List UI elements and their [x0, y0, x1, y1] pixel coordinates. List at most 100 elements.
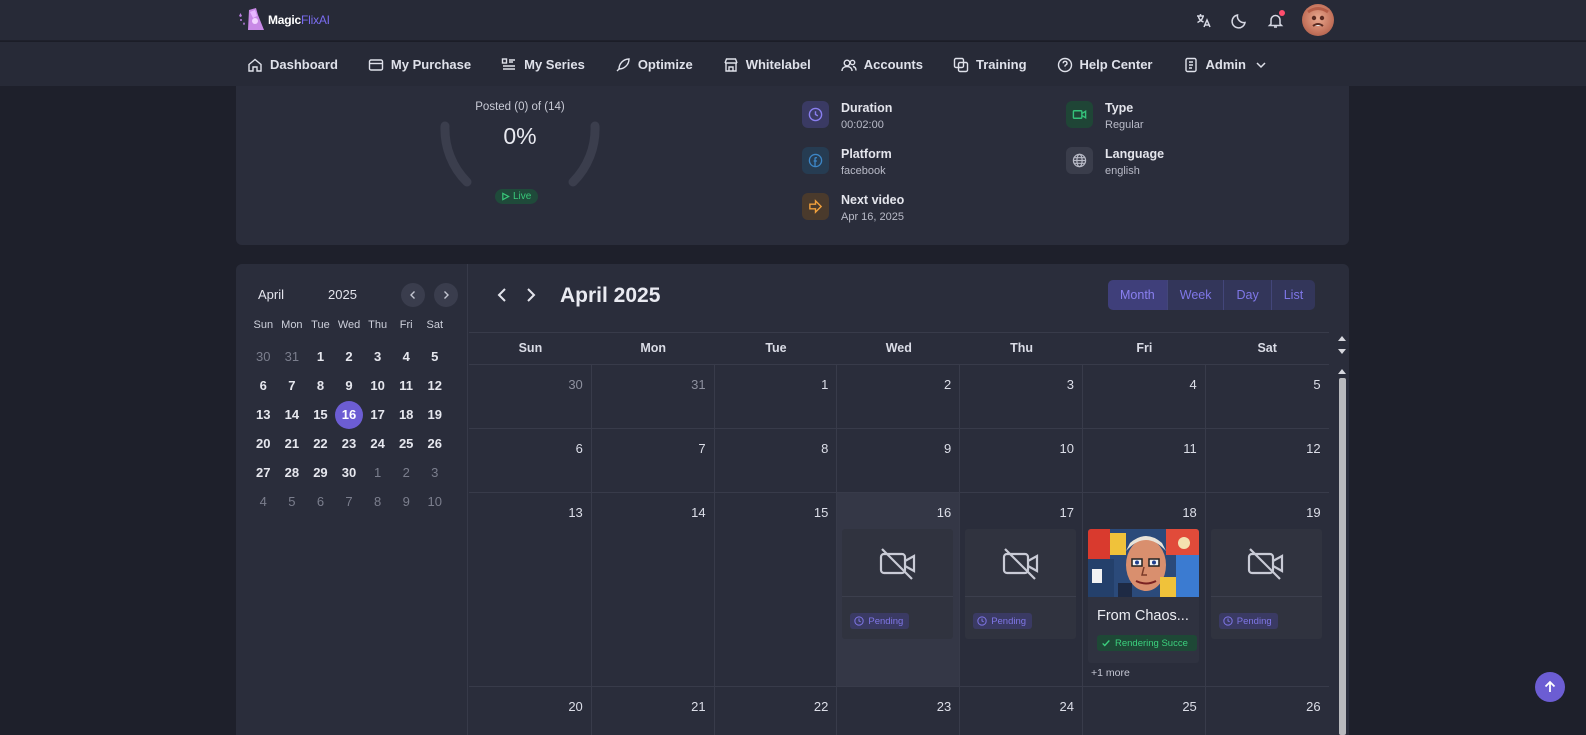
mini-day[interactable]: 5: [278, 487, 307, 516]
mini-day[interactable]: 4: [392, 342, 421, 371]
calendar-day[interactable]: 25: [1083, 687, 1206, 735]
view-week-button[interactable]: Week: [1167, 280, 1225, 310]
nav-whitelabel[interactable]: Whitelabel: [723, 57, 811, 73]
mini-day[interactable]: 11: [392, 371, 421, 400]
calendar-scrollbar[interactable]: [1336, 334, 1348, 735]
mini-day[interactable]: 6: [306, 487, 335, 516]
mini-day[interactable]: 10: [363, 371, 392, 400]
calendar-prev-button[interactable]: [495, 286, 509, 310]
calendar-day[interactable]: 5: [1206, 365, 1329, 428]
nav-help-center[interactable]: Help Center: [1057, 57, 1153, 73]
calendar-day[interactable]: 4: [1083, 365, 1206, 428]
calendar-day[interactable]: 15: [715, 493, 838, 686]
bell-icon[interactable]: [1266, 10, 1285, 29]
mini-next-button[interactable]: [434, 283, 458, 307]
calendar-day[interactable]: 19 Pending: [1206, 493, 1329, 686]
mini-day[interactable]: 7: [278, 371, 307, 400]
calendar-day[interactable]: 23: [837, 687, 961, 735]
mini-day[interactable]: 30: [249, 342, 278, 371]
mini-day[interactable]: 28: [278, 458, 307, 487]
calendar-day[interactable]: 18 From Chaos... Rendering Succe +1 more: [1083, 493, 1206, 686]
mini-day[interactable]: 1: [363, 458, 392, 487]
view-day-button[interactable]: Day: [1224, 280, 1272, 310]
calendar-day[interactable]: 13: [469, 493, 592, 686]
calendar-day[interactable]: 21: [592, 687, 715, 735]
calendar-day[interactable]: 26: [1206, 687, 1329, 735]
mini-day[interactable]: 2: [392, 458, 421, 487]
more-events-link[interactable]: +1 more: [1091, 667, 1130, 679]
mini-day[interactable]: 9: [335, 371, 364, 400]
logo[interactable]: MagicFlixAI: [236, 6, 330, 34]
nav-dashboard[interactable]: Dashboard: [247, 57, 338, 73]
mini-day[interactable]: 29: [306, 458, 335, 487]
mini-day[interactable]: 7: [335, 487, 364, 516]
mini-day[interactable]: 8: [306, 371, 335, 400]
mini-day[interactable]: 22: [306, 429, 335, 458]
calendar-day[interactable]: 1: [715, 365, 838, 428]
calendar-event[interactable]: From Chaos... Rendering Succe: [1087, 529, 1199, 663]
scroll-up-icon[interactable]: [1337, 367, 1347, 375]
nav-optimize[interactable]: Optimize: [615, 57, 693, 73]
mini-day[interactable]: 3: [420, 458, 449, 487]
mini-day[interactable]: 20: [249, 429, 278, 458]
calendar-day[interactable]: 8: [715, 429, 838, 492]
mini-day[interactable]: 15: [306, 400, 335, 429]
calendar-event[interactable]: Pending: [842, 529, 954, 639]
mini-day[interactable]: 13: [249, 400, 278, 429]
calendar-event[interactable]: Pending: [965, 529, 1077, 639]
calendar-next-button[interactable]: [524, 286, 538, 310]
calendar-day[interactable]: 12: [1206, 429, 1329, 492]
scroll-down-icon[interactable]: [1337, 348, 1347, 356]
calendar-day[interactable]: 31: [592, 365, 715, 428]
mini-month[interactable]: April: [258, 287, 284, 302]
nav-training[interactable]: Training: [953, 57, 1027, 73]
mini-day[interactable]: 2: [335, 342, 364, 371]
mini-day[interactable]: 26: [420, 429, 449, 458]
mini-day[interactable]: 30: [335, 458, 364, 487]
scrollbar-thumb[interactable]: [1339, 378, 1346, 735]
mini-day[interactable]: 5: [420, 342, 449, 371]
translate-icon[interactable]: [1194, 11, 1212, 29]
calendar-day[interactable]: 22: [715, 687, 838, 735]
mini-day[interactable]: 17: [363, 400, 392, 429]
mini-day[interactable]: 6: [249, 371, 278, 400]
calendar-day[interactable]: 6: [469, 429, 592, 492]
calendar-day-today[interactable]: 16 Pending: [837, 493, 961, 686]
calendar-event[interactable]: Pending: [1210, 529, 1322, 639]
mini-day[interactable]: 4: [249, 487, 278, 516]
mini-day[interactable]: 1: [306, 342, 335, 371]
nav-admin[interactable]: Admin: [1183, 57, 1269, 73]
calendar-day[interactable]: 30: [469, 365, 592, 428]
moon-icon[interactable]: [1230, 11, 1248, 29]
mini-day[interactable]: 31: [278, 342, 307, 371]
mini-year[interactable]: 2025: [328, 287, 357, 302]
nav-accounts[interactable]: Accounts: [841, 57, 923, 73]
mini-day[interactable]: 23: [335, 429, 364, 458]
calendar-day[interactable]: 17 Pending: [960, 493, 1083, 686]
calendar-day[interactable]: 10: [960, 429, 1083, 492]
mini-day[interactable]: 18: [392, 400, 421, 429]
calendar-day[interactable]: 7: [592, 429, 715, 492]
back-to-top-button[interactable]: [1535, 672, 1565, 702]
calendar-day[interactable]: 20: [469, 687, 592, 735]
calendar-day[interactable]: 3: [960, 365, 1083, 428]
mini-day[interactable]: 9: [392, 487, 421, 516]
mini-day[interactable]: 14: [278, 400, 307, 429]
calendar-day[interactable]: 24: [960, 687, 1083, 735]
mini-day[interactable]: 27: [249, 458, 278, 487]
mini-day[interactable]: 8: [363, 487, 392, 516]
mini-day[interactable]: 12: [420, 371, 449, 400]
mini-day[interactable]: 24: [363, 429, 392, 458]
calendar-day[interactable]: 2: [837, 365, 961, 428]
mini-prev-button[interactable]: [401, 283, 425, 307]
calendar-day[interactable]: 14: [592, 493, 715, 686]
view-list-button[interactable]: List: [1271, 280, 1316, 310]
mini-day[interactable]: 3: [363, 342, 392, 371]
mini-day-selected[interactable]: 16: [335, 400, 364, 429]
mini-day[interactable]: 21: [278, 429, 307, 458]
view-month-button[interactable]: Month: [1108, 280, 1168, 310]
mini-day[interactable]: 25: [392, 429, 421, 458]
calendar-day[interactable]: 9: [837, 429, 961, 492]
mini-day[interactable]: 19: [420, 400, 449, 429]
user-avatar[interactable]: [1302, 4, 1334, 36]
